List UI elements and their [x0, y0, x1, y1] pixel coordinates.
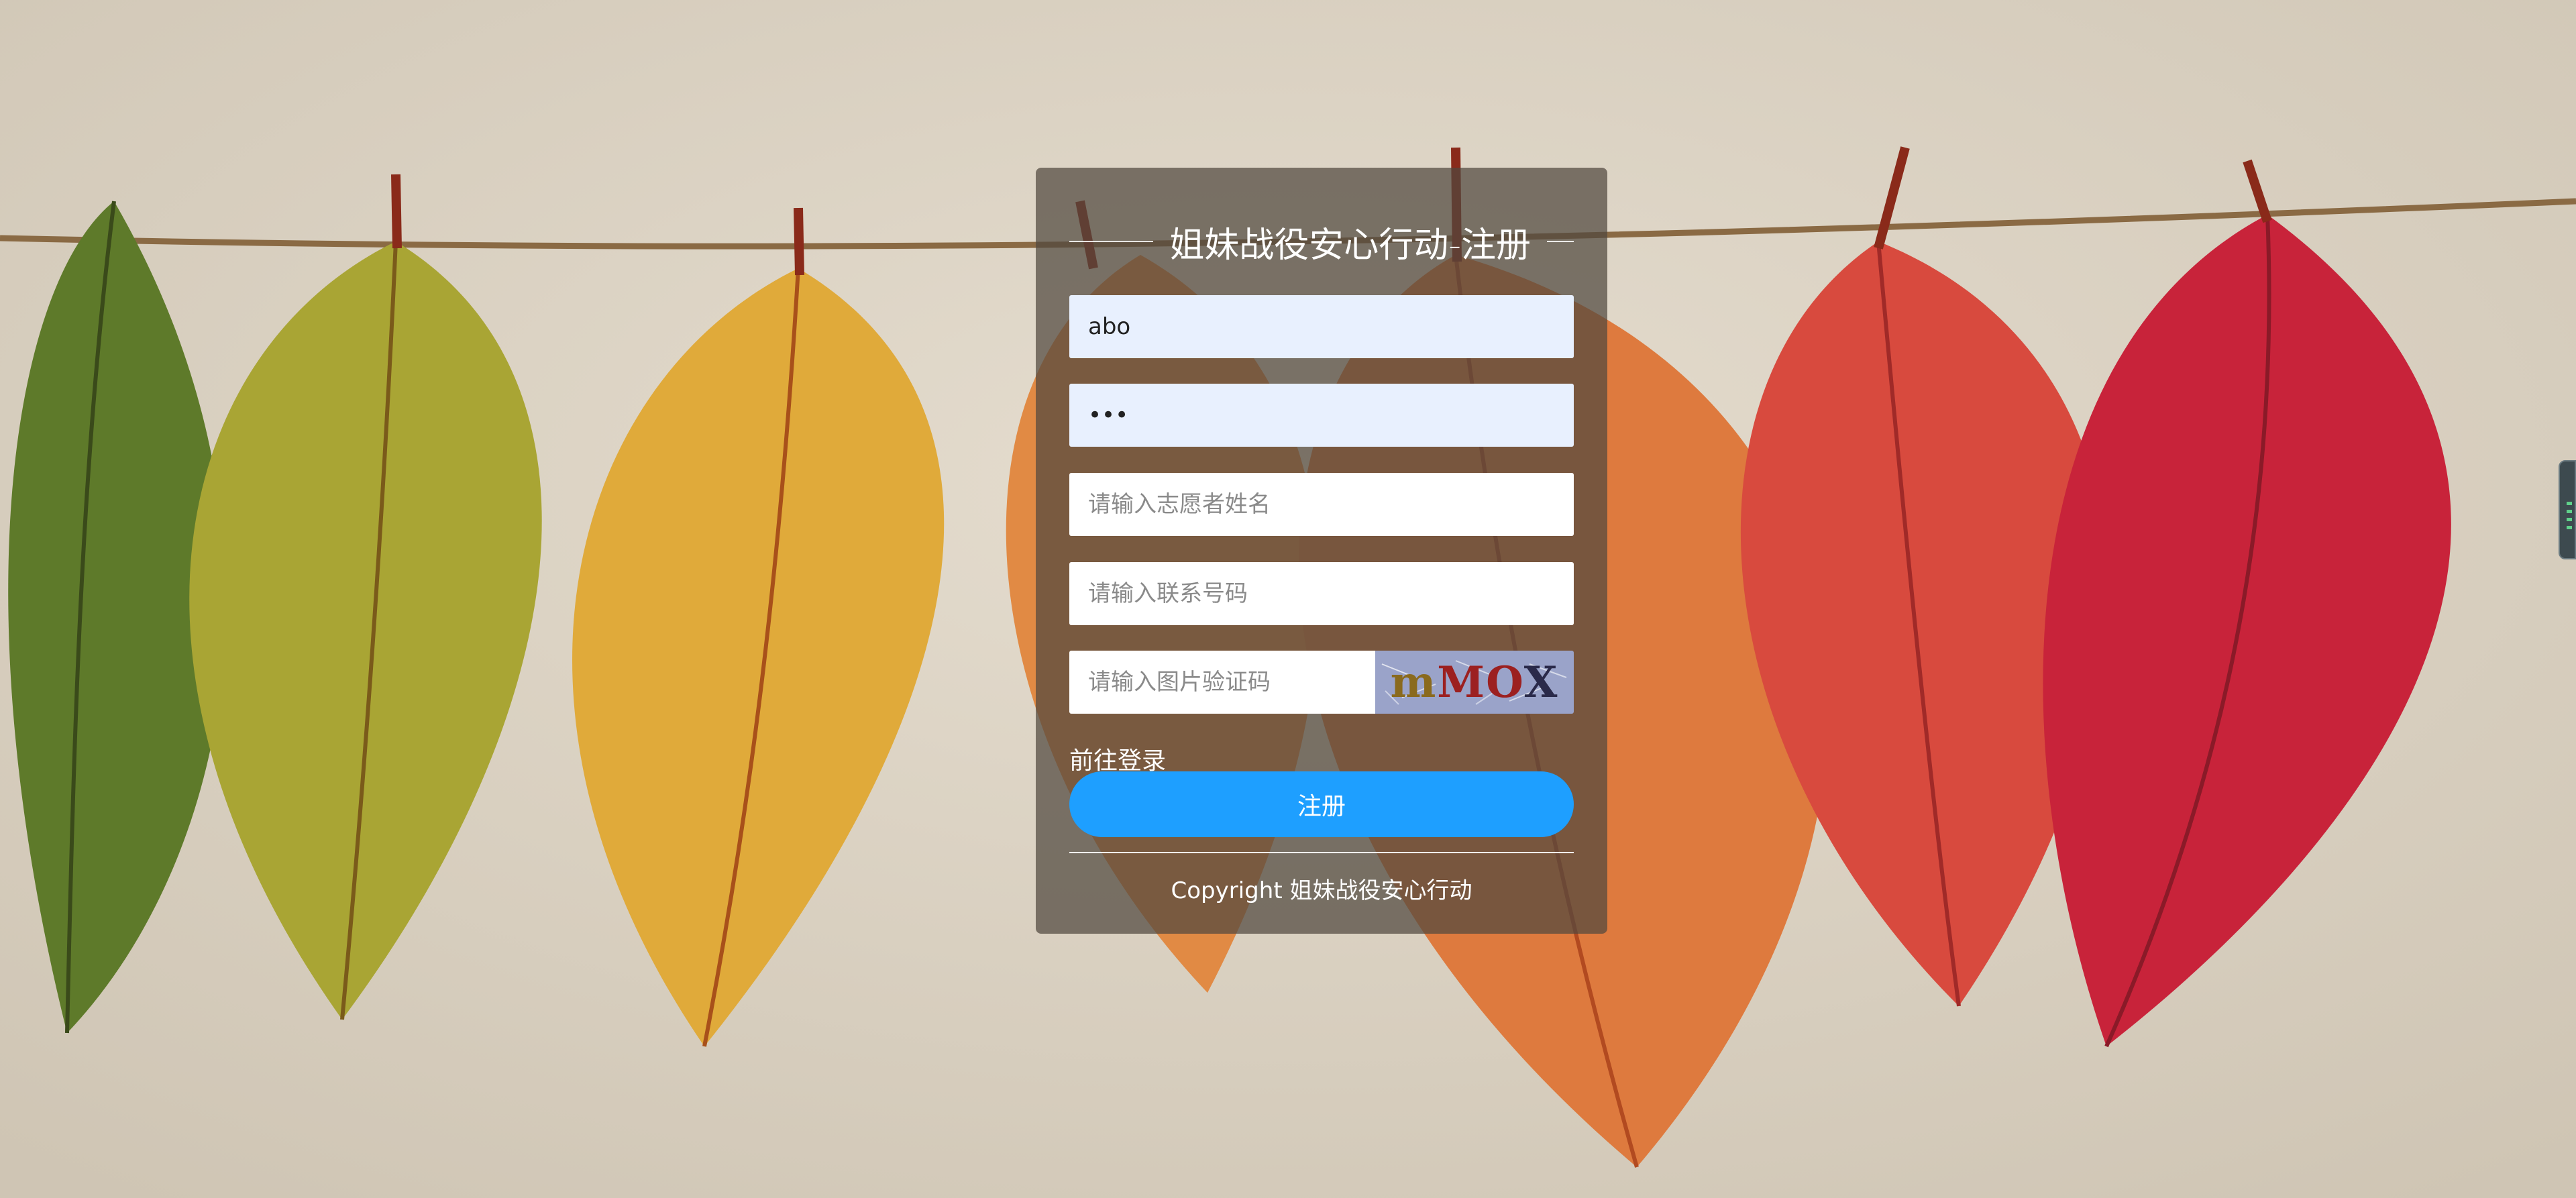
handle-indicator-bar — [2567, 518, 2572, 521]
captcha-char: M — [1437, 657, 1487, 708]
captcha-input[interactable] — [1069, 651, 1375, 714]
register-button[interactable]: 注册 — [1069, 771, 1574, 837]
password-input[interactable] — [1069, 384, 1574, 447]
title-divider-left — [1069, 241, 1154, 242]
side-panel-handle[interactable] — [2559, 460, 2576, 559]
handle-indicator-bar — [2567, 502, 2572, 505]
copyright-text: Copyright 姐妹战役安心行动 — [1171, 877, 1472, 904]
register-card: 姐妹战役安心行动-注册 mMOX 前往登录 — [1036, 168, 1607, 934]
captcha-row: mMOX — [1069, 651, 1574, 714]
phone-number-input[interactable] — [1069, 562, 1574, 625]
handle-indicator-bar — [2567, 510, 2572, 513]
register-page: 姐妹战役安心行动-注册 mMOX 前往登录 — [0, 0, 2576, 1198]
form-title-row: 姐妹战役安心行动-注册 — [1069, 215, 1574, 268]
title-divider-right — [1547, 241, 1574, 242]
footer-divider — [1069, 852, 1574, 853]
form-title: 姐妹战役安心行动-注册 — [1169, 225, 1531, 266]
captcha-char: X — [1523, 657, 1559, 708]
captcha-image[interactable]: mMOX — [1375, 651, 1574, 714]
volunteer-name-input[interactable] — [1069, 473, 1574, 536]
captcha-char: m — [1390, 657, 1438, 708]
handle-indicator-bar — [2567, 526, 2572, 529]
username-input[interactable] — [1069, 295, 1574, 358]
captcha-text: mMOX — [1391, 657, 1559, 708]
captcha-char: O — [1486, 657, 1524, 708]
